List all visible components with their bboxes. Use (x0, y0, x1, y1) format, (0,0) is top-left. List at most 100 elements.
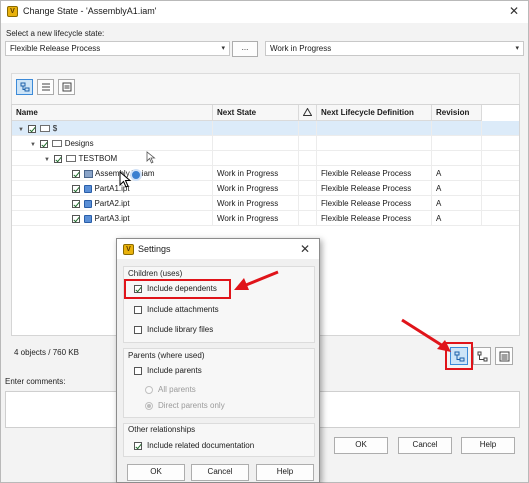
include-dependents-checkbox[interactable] (134, 284, 142, 293)
annotation-arrow-icon (401, 318, 451, 352)
all-parents-option[interactable]: All parents (145, 385, 196, 394)
row-checkbox[interactable] (72, 184, 80, 193)
properties-view-button[interactable] (495, 347, 513, 365)
tree-view-button[interactable] (16, 79, 33, 95)
settings-title-bar: V Settings ✕ (117, 239, 319, 259)
direct-parents-radio[interactable] (145, 401, 153, 410)
list-view-button[interactable] (37, 79, 54, 95)
include-attachments-checkbox[interactable] (134, 305, 142, 314)
chevron-down-icon: ▾ (515, 45, 519, 52)
object-count: 4 objects / 760 KB (14, 348, 79, 357)
include-library-option[interactable]: Include library files (134, 325, 213, 334)
lifecycle-state-value: Work in Progress (270, 44, 332, 53)
include-dependents-option[interactable]: Include dependents (134, 284, 217, 293)
expand-triangle-icon[interactable]: ▼ (44, 157, 52, 163)
close-icon[interactable]: ✕ (300, 242, 310, 256)
settings-ok-button[interactable]: OK (127, 464, 185, 481)
dependents-view-button[interactable] (473, 347, 491, 365)
settings-help-button[interactable]: Help (256, 464, 314, 481)
include-attachments-label: Include attachments (147, 305, 219, 314)
table-row[interactable]: ▼ $ (12, 121, 519, 136)
table-row[interactable]: ▼ Designs (12, 136, 519, 151)
direct-parents-option[interactable]: Direct parents only (145, 401, 225, 410)
folder-icon (40, 125, 51, 133)
annotation-arrow-icon (234, 270, 279, 290)
column-header-revision[interactable]: Revision (432, 105, 482, 121)
help-button[interactable]: Help (461, 437, 515, 454)
dependents-icon (477, 351, 487, 361)
part-file-icon (84, 184, 93, 193)
settings-cancel-button[interactable]: Cancel (191, 464, 249, 481)
row-definition: Flexible Release Process (317, 211, 432, 226)
busy-spinner-icon (130, 169, 142, 181)
include-library-label: Include library files (147, 325, 214, 334)
include-dependents-label: Include dependents (147, 284, 217, 293)
assembly-file-icon (84, 169, 94, 178)
row-name: Designs (64, 139, 94, 148)
settings-dialog: V Settings ✕ Children (uses) Include dep… (116, 238, 320, 483)
row-name: $ (52, 124, 58, 133)
expand-triangle-icon[interactable]: ▼ (18, 127, 26, 133)
lifecycle-definition-value: Flexible Release Process (10, 44, 101, 53)
vault-app-icon: V (123, 244, 134, 255)
mouse-pointer-ghost-icon (146, 151, 156, 164)
detail-view-button[interactable] (58, 79, 75, 95)
close-icon[interactable]: ✕ (509, 4, 519, 18)
column-header-warning[interactable] (299, 105, 317, 121)
list-view-icon (41, 83, 50, 91)
column-header-next-state[interactable]: Next State (213, 105, 299, 121)
settings-title: Settings (138, 244, 171, 254)
include-attachments-option[interactable]: Include attachments (134, 305, 219, 314)
row-checkbox[interactable] (72, 214, 80, 223)
include-parents-checkbox[interactable] (134, 366, 142, 375)
children-group-label: Children (uses) (128, 269, 183, 278)
include-related-docs-checkbox[interactable] (134, 441, 142, 450)
detail-view-icon (62, 82, 71, 92)
parents-group-label: Parents (where used) (128, 351, 205, 360)
other-group-label: Other relationships (128, 425, 196, 434)
lifecycle-definition-dropdown[interactable]: Flexible Release Process ▾ (5, 41, 230, 56)
column-header-name[interactable]: Name (12, 105, 213, 121)
include-related-docs-option[interactable]: Include related documentation (134, 441, 254, 450)
expand-triangle-icon[interactable]: ▼ (30, 142, 38, 148)
include-library-checkbox[interactable] (134, 325, 142, 334)
row-next-state: Work in Progress (213, 166, 299, 181)
row-checkbox[interactable] (28, 124, 37, 133)
row-revision: A (432, 181, 482, 196)
table-row[interactable]: PartA2.ipt Work in Progress Flexible Rel… (12, 196, 519, 211)
cancel-button[interactable]: Cancel (398, 437, 452, 454)
part-file-icon (84, 214, 93, 223)
title-bar: V Change State - 'AssemblyA1.iam' ✕ (1, 1, 528, 23)
warning-icon (302, 107, 313, 116)
row-checkbox[interactable] (54, 154, 63, 163)
table-row[interactable]: AssemblyA1.iam Work in Progress Flexible… (12, 166, 519, 181)
row-revision: A (432, 166, 482, 181)
lifecycle-state-dropdown[interactable]: Work in Progress ▾ (265, 41, 524, 56)
vault-app-icon: V (7, 6, 18, 17)
include-parents-option[interactable]: Include parents (134, 366, 202, 375)
direct-parents-label: Direct parents only (158, 401, 225, 410)
tree-view-icon (20, 82, 29, 92)
row-checkbox[interactable] (72, 169, 80, 178)
table-row[interactable]: PartA3.ipt Work in Progress Flexible Rel… (12, 211, 519, 226)
row-definition: Flexible Release Process (317, 181, 432, 196)
folder-icon (52, 140, 63, 148)
browse-button[interactable]: ... (232, 41, 258, 57)
row-next-state: Work in Progress (213, 211, 299, 226)
chevron-down-icon: ▾ (221, 45, 225, 52)
ok-button[interactable]: OK (334, 437, 388, 454)
row-checkbox[interactable] (72, 199, 80, 208)
column-header-lifecycle-definition[interactable]: Next Lifecycle Definition (317, 105, 432, 121)
table-row[interactable]: PartA1.ipt Work in Progress Flexible Rel… (12, 181, 519, 196)
properties-icon (499, 351, 509, 361)
row-revision: A (432, 211, 482, 226)
lifecycle-label: Select a new lifecycle state: (6, 29, 105, 38)
row-checkbox[interactable] (40, 139, 49, 148)
all-parents-label: All parents (158, 385, 196, 394)
row-revision: A (432, 196, 482, 211)
table-row[interactable]: ▼ TESTBOM (12, 151, 519, 166)
all-parents-radio[interactable] (145, 385, 153, 394)
part-file-icon (84, 199, 93, 208)
include-parents-label: Include parents (147, 366, 202, 375)
row-next-state: Work in Progress (213, 196, 299, 211)
